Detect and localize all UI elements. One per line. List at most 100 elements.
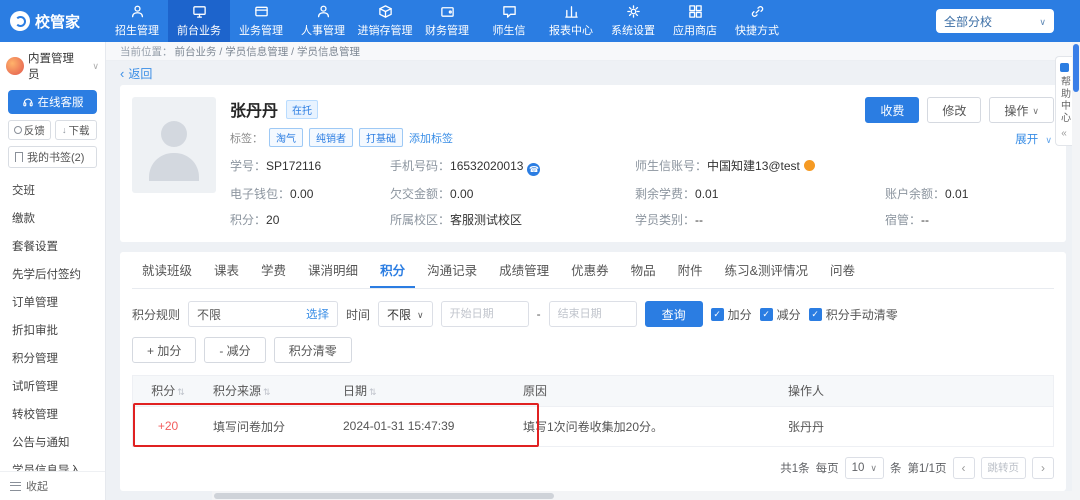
nav-appstore[interactable]: 应用商店 [664,0,726,42]
tab-points[interactable]: 积分 [370,252,416,288]
nav-inventory[interactable]: 进销存管理 [354,0,416,42]
download-button[interactable]: ↓ 下载 [54,120,97,140]
sort-icon[interactable] [369,387,377,398]
start-date-input[interactable] [440,301,529,327]
end-date-input[interactable] [548,301,637,327]
download-icon: ↓ [62,125,67,135]
tab-grades[interactable]: 成绩管理 [489,252,559,288]
sort-icon[interactable] [263,387,271,398]
nav-hr[interactable]: 人事管理 [292,0,354,42]
back-link[interactable]: 返回 [106,61,1080,85]
student-name: 张丹丹 [230,103,279,120]
help-icon [1059,63,1069,72]
charge-button[interactable]: 收费 [865,97,920,123]
nav-shortcuts[interactable]: 快捷方式 [726,0,788,42]
rule-select-link[interactable]: 选择 [306,306,329,322]
nav-reports[interactable]: 报表中心 [540,0,602,42]
rule-filter-input[interactable]: 不限 选择 [188,301,339,327]
per-page-label: 每页 [815,462,839,475]
tab-coupons[interactable]: 优惠券 [561,252,619,288]
app-name: 校管家 [35,13,81,31]
tab-survey[interactable]: 问卷 [820,252,865,288]
table-row[interactable]: +20 填写问卷加分 2024-01-31 15:47:39 填写1次问卷收集加… [133,405,1053,447]
online-service-button[interactable]: 在线客服 [8,90,97,114]
sidebar-item-orders[interactable]: 订单管理 [0,288,105,316]
header-date[interactable]: 日期 [333,376,513,406]
table-header-row: 积分 积分来源 日期 原因 操作人 [133,376,1053,406]
sidebar-item-payment[interactable]: 缴款 [0,204,105,232]
expand-link[interactable]: 展开 [1015,131,1052,147]
add-tag-link[interactable]: 添加标签 [409,130,453,146]
vertical-scrollbar-thumb[interactable] [1073,44,1079,92]
horizontal-scrollbar-thumb[interactable] [214,492,554,499]
wallet-icon [440,7,454,17]
sidebar-item-points[interactable]: 积分管理 [0,344,105,372]
tag[interactable]: 打基础 [359,128,403,147]
field-campus: 所属校区：客服测试校区 [390,213,523,227]
tab-items[interactable]: 物品 [621,252,666,288]
current-user-menu[interactable]: 内置管理员 [0,42,105,88]
header-source[interactable]: 积分来源 [203,376,333,406]
checkbox-deduct-points[interactable]: 减分 [759,306,801,323]
person-icon [317,5,329,18]
sidebar-menu: 交班 缴款 套餐设置 先学后付签约 订单管理 折扣审批 积分管理 试听管理 转校… [0,174,105,471]
action-dropdown-button[interactable]: 操作 [989,97,1054,123]
help-center-tab[interactable]: 帮助中心 « [1055,56,1072,146]
field-amount-due: 欠交金额：0.00 [390,187,474,201]
reset-points-button[interactable]: 积分清零 [273,337,352,363]
headset-icon [22,98,33,107]
cell-reason: 填写1次问卷收集加20分。 [513,405,778,447]
tab-classes[interactable]: 就读班级 [132,252,202,288]
deduct-points-button[interactable]: - 减分 [204,337,266,363]
header-points[interactable]: 积分 [133,376,203,406]
sort-icon[interactable] [177,387,185,398]
chevron-down-icon [1041,134,1052,146]
nav-frontdesk[interactable]: 前台业务 [168,0,230,42]
pagination: 共1条 每页 10 条 第1/1页 ‹ 跳转页 › [132,456,1054,479]
prev-page-button[interactable]: ‹ [952,456,975,479]
tab-attachments[interactable]: 附件 [668,252,713,288]
sidebar-item-pay-later[interactable]: 先学后付签约 [0,260,105,288]
tag[interactable]: 纯销者 [309,128,353,147]
tab-practice-assessment[interactable]: 练习&测评情况 [715,252,818,288]
sidebar-item-trial[interactable]: 试听管理 [0,372,105,400]
sidebar-item-discount-approval[interactable]: 折扣审批 [0,316,105,344]
tab-communication[interactable]: 沟通记录 [417,252,487,288]
person-icon [131,5,143,18]
phone-icon[interactable] [527,163,541,176]
add-points-button[interactable]: + 加分 [132,337,197,363]
search-button[interactable]: 查询 [644,301,703,327]
collapse-sidebar-button[interactable]: 收起 [0,471,105,500]
nav-settings[interactable]: 系统设置 [602,0,664,42]
horizontal-scrollbar[interactable] [212,491,1072,500]
field-phone: 手机号码：16532020013 [390,157,635,176]
tag[interactable]: 淘气 [269,128,303,147]
nav-finance[interactable]: 财务管理 [416,0,478,42]
feedback-button[interactable]: 反馈 [8,120,51,140]
tab-tuition[interactable]: 学费 [251,252,296,288]
nav-business[interactable]: 业务管理 [230,0,292,42]
tab-schedule[interactable]: 课表 [204,252,249,288]
checkbox-manual-reset[interactable]: 积分手动清零 [808,306,898,323]
next-page-button[interactable]: › [1032,456,1054,479]
sidebar-item-notice[interactable]: 公告与通知 [0,428,105,456]
header-operator: 操作人 [778,376,1053,406]
field-e-wallet: 电子钱包：0.00 [230,187,314,201]
sidebar-item-shift[interactable]: 交班 [0,176,105,204]
sidebar-item-package[interactable]: 套餐设置 [0,232,105,260]
my-bookmarks[interactable]: 我的书签(2) [8,146,97,168]
field-student-id: 学号：SP172116 [230,159,322,173]
checkbox-add-points[interactable]: 加分 [710,306,752,323]
edit-button[interactable]: 修改 [927,97,982,123]
per-page-unit: 条 [890,462,902,475]
tab-consumption[interactable]: 课消明细 [298,252,368,288]
vertical-scrollbar[interactable] [1072,42,1080,500]
nav-admissions[interactable]: 招生管理 [106,0,168,42]
sidebar-item-import[interactable]: 学员信息导入 [0,456,105,471]
per-page-select[interactable]: 10 [844,456,884,479]
branch-selector[interactable]: 全部分校 [936,9,1054,33]
jump-page-input[interactable]: 跳转页 [980,456,1026,479]
sidebar-item-transfer[interactable]: 转校管理 [0,400,105,428]
nav-messages[interactable]: 师生信 [478,0,540,42]
time-range-select[interactable]: 不限 [378,301,433,327]
